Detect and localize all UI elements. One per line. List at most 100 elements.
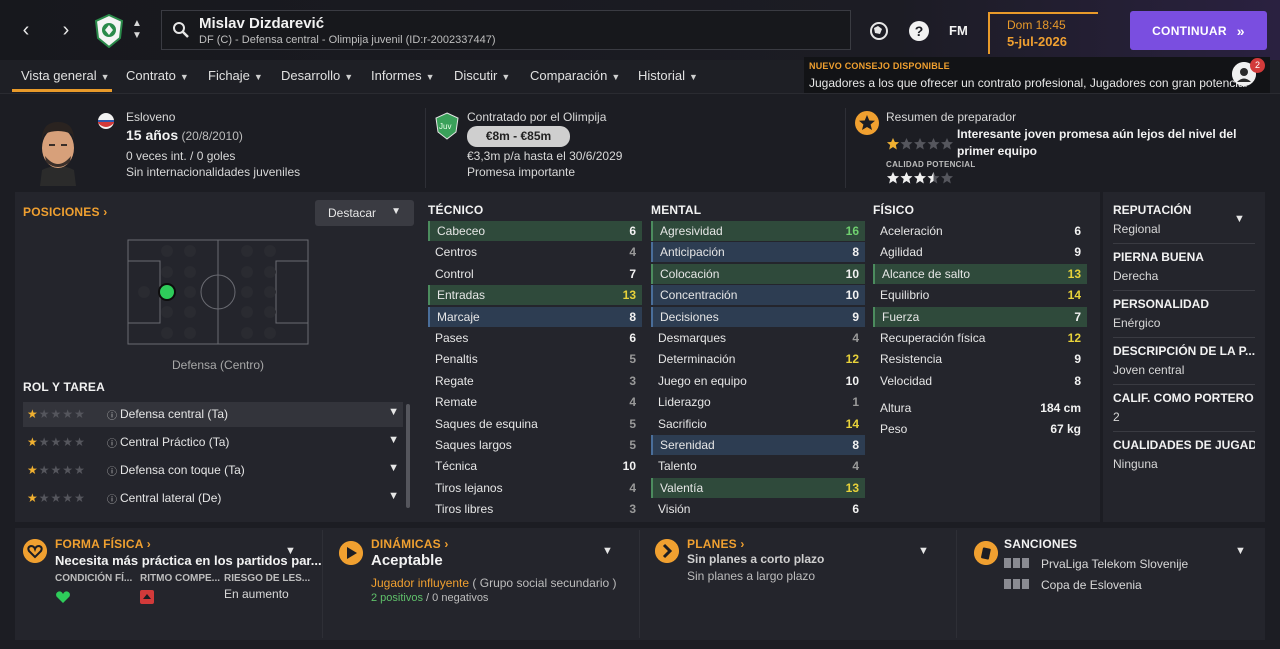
advice-notification[interactable]: NUEVO CONSEJO DISPONIBLE Jugadores a los…	[804, 57, 1270, 93]
dynamics-arrow-icon	[339, 541, 363, 565]
continue-button[interactable]: CONTINUAR »	[1130, 11, 1267, 50]
attribute-row[interactable]: Pases 6	[428, 328, 642, 348]
info-icon[interactable]: ⓘ	[107, 435, 117, 450]
attribute-value: 6	[629, 331, 636, 345]
attribute-row[interactable]: Valentía 13	[651, 477, 865, 498]
sanctions-chevron-icon[interactable]: ▼	[1235, 545, 1246, 557]
attribute-row[interactable]: Entradas 13	[428, 285, 642, 306]
attribute-name: Valentía	[660, 480, 704, 495]
attribute-row[interactable]: Equilibrio 14	[873, 285, 1087, 305]
date-box[interactable]: Dom 18:45 5-jul-2026	[988, 12, 1098, 54]
attribute-row[interactable]: Tiros lejanos 4	[428, 478, 642, 498]
attribute-row[interactable]: Decisiones 9	[651, 306, 865, 327]
info-icon[interactable]: ⓘ	[107, 407, 117, 422]
search-icon[interactable]	[172, 21, 190, 39]
star-filled-icon	[887, 172, 899, 184]
attribute-row[interactable]: Determinación 12	[651, 349, 865, 369]
tab-historial[interactable]: Historial ▼	[638, 68, 698, 83]
attribute-row[interactable]: Remate 4	[428, 392, 642, 412]
potential-label: CALIDAD POTENCIAL	[886, 160, 976, 169]
reputation-chevron-icon[interactable]: ▼	[1234, 213, 1245, 225]
tab-label: Informes	[371, 68, 422, 83]
attribute-row[interactable]: Control 7	[428, 264, 642, 284]
tab-comparacion[interactable]: Comparación ▼	[530, 68, 620, 83]
plans-dropdown-chevron-icon[interactable]: ▼	[918, 545, 929, 557]
attribute-name: Equilibrio	[880, 288, 930, 303]
player-up-down-icon[interactable]: ▲ ▼	[130, 18, 144, 42]
world-ball-icon[interactable]	[868, 20, 890, 42]
chevron-down-icon[interactable]: ▼	[388, 434, 399, 446]
role-row[interactable]: ★★★★★ ⓘ Defensa central (Ta) ▼	[23, 402, 403, 427]
attribute-row[interactable]: Recuperación física 12	[873, 328, 1087, 348]
plans-title[interactable]: PLANES ›	[687, 537, 745, 551]
forward-arrow-icon[interactable]: ›	[54, 18, 78, 42]
attribute-row[interactable]: Aceleración 6	[873, 221, 1087, 241]
help-icon[interactable]: ?	[908, 20, 930, 42]
attribute-row[interactable]: Técnica 10	[428, 456, 642, 476]
attribute-row[interactable]: Cabeceo 6	[428, 221, 642, 241]
info-icon[interactable]: ⓘ	[107, 463, 117, 478]
highlight-dropdown[interactable]: Destacar ▼	[315, 200, 414, 226]
tab-discutir[interactable]: Discutir ▼	[454, 68, 510, 83]
attribute-name: Agresividad	[660, 224, 723, 238]
tab-contrato[interactable]: Contrato ▼	[126, 68, 189, 83]
attribute-row[interactable]: Sacrificio 14	[651, 414, 865, 434]
attribute-row[interactable]: Fuerza 7	[873, 306, 1087, 327]
attribute-row[interactable]: Velocidad 8	[873, 371, 1087, 391]
attribute-row[interactable]: Marcaje 8	[428, 306, 642, 327]
attribute-row[interactable]: Agilidad 9	[873, 242, 1087, 262]
player-search-box[interactable]: Mislav Dizdarević DF (C) - Defensa centr…	[161, 10, 851, 50]
attribute-row[interactable]: Resistencia 9	[873, 349, 1087, 369]
height-row: Altura 184 cm	[873, 398, 1087, 418]
attribute-row[interactable]: Juego en equipo 10	[651, 371, 865, 391]
attribute-row[interactable]: Concentración 10	[651, 285, 865, 306]
attribute-row[interactable]: Colocación 10	[651, 263, 865, 284]
back-arrow-icon[interactable]: ‹	[14, 18, 38, 42]
positions-title[interactable]: POSICIONES ›	[23, 205, 107, 219]
attribute-row[interactable]: Alcance de salto 13	[873, 263, 1087, 284]
attribute-row[interactable]: Talento 4	[651, 456, 865, 476]
attribute-row[interactable]: Serenidad 8	[651, 435, 865, 455]
chevron-down-icon: ▼	[253, 72, 263, 82]
attribute-row[interactable]: Centros 4	[428, 242, 642, 262]
role-row[interactable]: ★★★★★ ⓘ Central Práctico (Ta) ▼	[23, 430, 403, 455]
attribute-row[interactable]: Regate 3	[428, 371, 642, 391]
attribute-row[interactable]: Anticipación 8	[651, 242, 865, 263]
role-row[interactable]: ★★★★★ ⓘ Central lateral (De) ▼	[23, 486, 403, 511]
attribute-row[interactable]: Saques de esquina 5	[428, 414, 642, 434]
chevron-down-icon[interactable]: ▼	[388, 406, 399, 418]
attribute-row[interactable]: Agresividad 16	[651, 221, 865, 241]
player-face-avatar[interactable]	[28, 110, 88, 186]
dynamics-chevron-icon[interactable]: ▼	[602, 545, 613, 557]
tab-vista-general[interactable]: Vista general ▼	[21, 68, 110, 83]
star-icon	[941, 172, 953, 184]
tab-fichaje[interactable]: Fichaje ▼	[208, 68, 263, 83]
chevron-down-icon[interactable]: ▼	[388, 490, 399, 502]
chevron-down-icon: ▼	[425, 72, 435, 82]
tab-informes[interactable]: Informes ▼	[371, 68, 435, 83]
chevron-down-icon[interactable]: ▼	[388, 462, 399, 474]
club-badge-icon[interactable]	[94, 14, 124, 48]
star-icon	[927, 138, 940, 150]
attribute-row[interactable]: Saques largos 5	[428, 435, 642, 455]
transfer-value-pill[interactable]: €8m - €85m	[467, 126, 570, 147]
attribute-value: 8	[629, 309, 636, 324]
dynamics-title[interactable]: DINÁMICAS ›	[371, 537, 449, 551]
natural-position-marker[interactable]	[158, 283, 176, 301]
attribute-row[interactable]: Liderazgo 1	[651, 392, 865, 412]
fitness-chevron-icon[interactable]: ▼	[285, 545, 296, 557]
weight-row: Peso 67 kg	[873, 419, 1087, 439]
tab-desarrollo[interactable]: Desarrollo ▼	[281, 68, 353, 83]
attribute-row[interactable]: Visión 6	[651, 499, 865, 519]
attribute-row[interactable]: Desmarques 4	[651, 328, 865, 348]
attribute-value: 8	[852, 438, 859, 452]
roles-scrollbar[interactable]	[406, 404, 410, 508]
attribute-row[interactable]: Tiros libres 3	[428, 499, 642, 519]
attribute-row[interactable]: Penaltis 5	[428, 349, 642, 369]
fm-menu-logo[interactable]: FM	[949, 23, 968, 38]
svg-text:?: ?	[915, 23, 924, 39]
fitness-title[interactable]: FORMA FÍSICA ›	[55, 537, 151, 551]
role-row[interactable]: ★★★★★ ⓘ Defensa con toque (Ta) ▼	[23, 458, 403, 483]
info-icon[interactable]: ⓘ	[107, 491, 117, 506]
divider	[322, 530, 323, 638]
